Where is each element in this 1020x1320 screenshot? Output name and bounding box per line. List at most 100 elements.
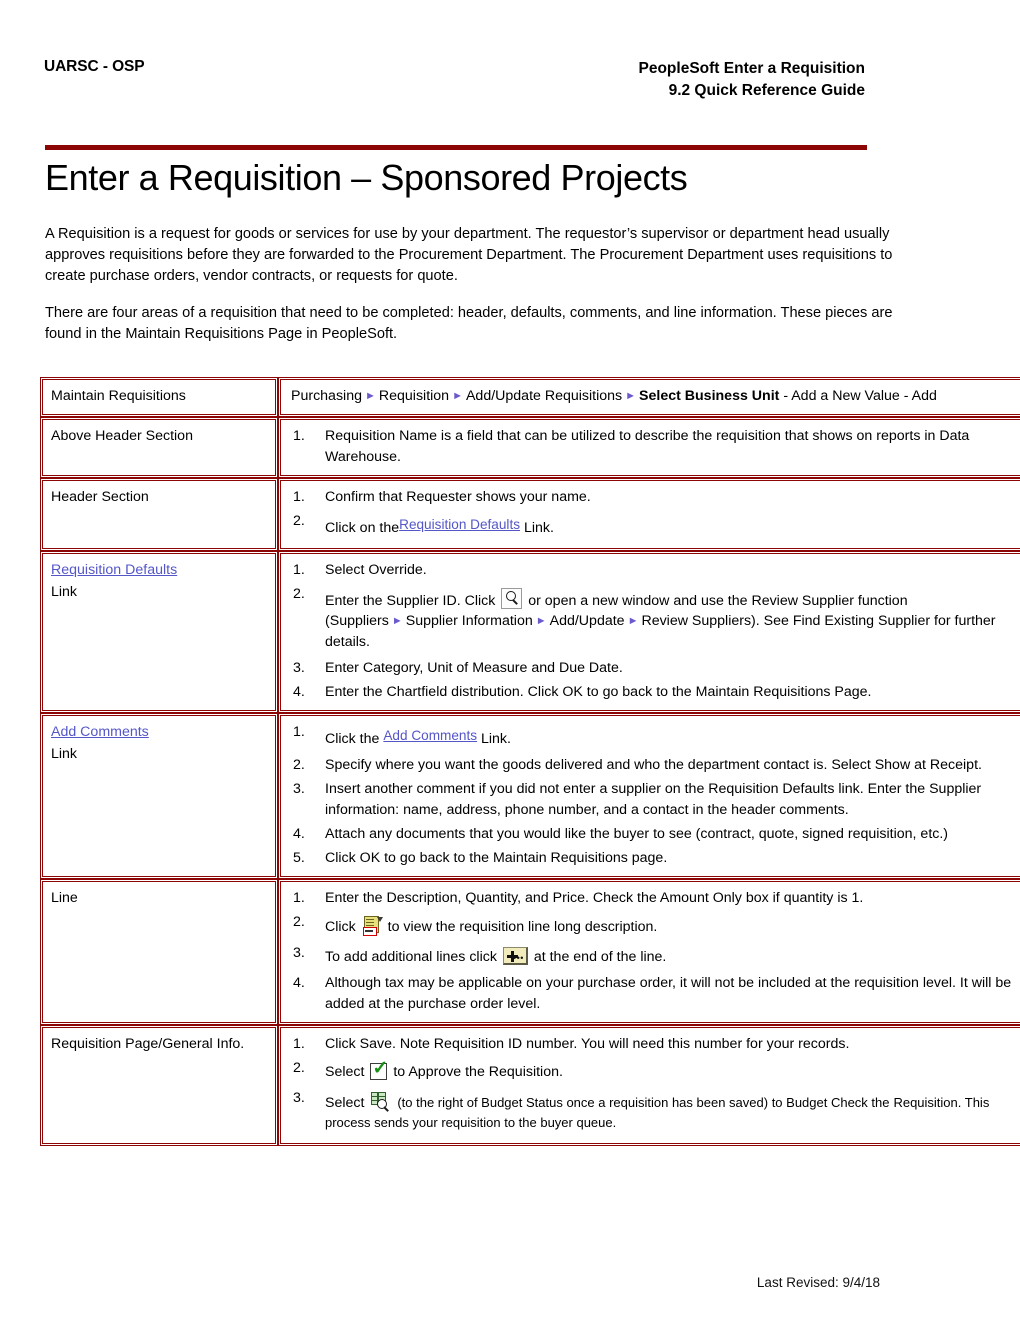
list-item: Click on theRequisition Defaults Link.: [291, 511, 1012, 540]
list-item: Enter the Chartfield distribution. Click…: [293, 682, 872, 702]
link-add-comments[interactable]: Add Comments: [383, 728, 477, 743]
step-text-prefix: Click the: [325, 731, 380, 748]
list-item: Click the Add Comments Link.: [291, 722, 1012, 751]
table-row-requisition-defaults: Requisition Defaults Link Select Overrid…: [40, 551, 1020, 714]
page-title: Enter a Requisition – Sponsored Projects: [45, 156, 688, 198]
chevron-right-icon: ►: [452, 390, 463, 403]
step-text-suffix: at the end of the line.: [533, 949, 667, 966]
step-list: Click the Add Comments Link. Specify whe…: [291, 722, 1012, 868]
list-item: Click Save. Note Requisition ID number. …: [293, 1034, 850, 1054]
step-text-suffix: Link.: [481, 731, 511, 748]
footer-last-revised: Last Revised: 9/4/18: [756, 1275, 880, 1290]
row-body-cell: Confirm that Requester shows your name. …: [278, 477, 1020, 552]
chevron-right-icon: ►: [535, 615, 547, 628]
row-label-line: Line: [51, 889, 78, 906]
list-item: Select ✓ to Approve the Requisition.: [291, 1058, 1012, 1084]
list-item: Click to view the requisition line long …: [291, 912, 1012, 939]
table-row-maintain-requisitions: Maintain Requisitions Purchasing ► Requisi…: [40, 377, 1020, 418]
step-text-suffix: Link.: [523, 519, 554, 536]
header-title-line2: 9.2 Quick Reference Guide: [668, 82, 865, 100]
intro-text-block: A Requisition is a request for goods or …: [45, 224, 925, 345]
table-row-line: Line Enter the Description, Quantity, an…: [40, 878, 1020, 1025]
chevron-right-icon: ►: [627, 615, 639, 628]
step-text-prefix: Click: [325, 919, 356, 936]
step-text-prefix: Click on the: [325, 519, 400, 536]
checkmark-shape: ✓: [372, 1057, 389, 1079]
list-item: Although tax may be applicable on your p…: [293, 973, 1012, 1012]
step-text-suffix: to Approve the Requisition.: [393, 1063, 563, 1080]
row-label-cell: Requisition Defaults Link: [40, 551, 278, 714]
row-label-sub-link: Link: [51, 584, 78, 601]
list-item: Insert another comment if you did not en…: [293, 779, 982, 818]
magnifier-handle-shape: [512, 599, 519, 606]
step-list: Confirm that Requester shows your name. …: [291, 487, 1012, 540]
table-row-add-comments: Add Comments Link Click the Add Comments…: [40, 713, 1020, 879]
red-outline-box-shape: [362, 927, 377, 937]
row-label-cell: Maintain Requisitions: [40, 377, 278, 418]
title-divider-rule: [45, 144, 867, 150]
step-list: Select Override. Enter the Supplier ID. …: [291, 560, 1012, 702]
approve-check-icon[interactable]: ✓: [370, 1059, 388, 1080]
header-left-label: UARSC - OSP: [44, 58, 145, 75]
step-text-prefix: Select: [325, 1095, 365, 1112]
row-body-cell: Select Override. Enter the Supplier ID. …: [278, 551, 1020, 714]
list-item: Requisition Name is a field that can be …: [293, 426, 970, 465]
list-item: Enter the Description, Quantity, and Pri…: [293, 888, 864, 908]
breadcrumb-item-requisition: Requisition: [378, 388, 450, 405]
row-body-cell: Click Save. Note Requisition ID number. …: [278, 1024, 1020, 1147]
breadcrumb-item-purchasing: Purchasing: [291, 388, 362, 405]
list-item: Select (to the right of Budget Status on…: [291, 1088, 1012, 1135]
chevron-right-icon: ►: [391, 615, 403, 628]
step-text-note: (to the right of Budget Status once a re…: [397, 1095, 890, 1111]
intro-paragraph-2: There are four areas of a requisition th…: [45, 305, 893, 343]
magnifier-handle-shape: [383, 1106, 390, 1112]
table-row-header-section: Header Section Confirm that Requester sh…: [40, 477, 1020, 552]
row-label-above-header-section: Above Header Section: [51, 428, 193, 445]
table-row-requisition-page-general-info: Requisition Page/General Info. Click Sav…: [40, 1024, 1020, 1147]
row-label-header-section: Header Section: [51, 488, 149, 505]
chevron-right-icon: ►: [364, 390, 376, 403]
breadcrumb-item-add-update: Add/Update: [549, 613, 625, 630]
breadcrumb-tail: - Add a New Value - Add: [779, 388, 937, 405]
row-label-cell: Above Header Section: [40, 417, 278, 478]
list-item: Confirm that Requester shows your name.: [293, 487, 591, 507]
list-item: Select Override.: [293, 560, 427, 580]
row-body-cell: Enter the Description, Quantity, and Pri…: [278, 878, 1020, 1025]
document-line-shape: [365, 919, 374, 921]
row-label-cell: Line: [40, 878, 278, 1025]
add-line-icon[interactable]: •••: [502, 947, 528, 966]
lookup-icon[interactable]: [501, 588, 523, 610]
list-item: Click OK to go back to the Maintain Requ…: [293, 848, 668, 868]
row-label-sub-link: Link: [51, 746, 78, 763]
row-body-cell: Requisition Name is a field that can be …: [278, 417, 1020, 478]
row-label-cell: Header Section: [40, 477, 278, 552]
row-label-cell: Add Comments Link: [40, 713, 278, 879]
step-text-prefix: Enter the Supplier ID. Click: [325, 593, 496, 610]
chevron-right-icon: ►: [625, 390, 637, 403]
table-row-above-header-section: Above Header Section Requisition Name is…: [40, 417, 1020, 478]
step-text-prefix: Select: [325, 1063, 365, 1080]
row-label-maintain-requisitions: Maintain Requisitions: [51, 388, 186, 405]
step-text-prefix: To add additional lines click: [325, 949, 497, 966]
list-item: Attach any documents that you would like…: [293, 824, 949, 844]
budget-check-icon[interactable]: [370, 1092, 391, 1112]
intro-paragraph-1: A Requisition is a request for goods or …: [45, 226, 893, 285]
list-item: Specify where you want the goods deliver…: [293, 755, 982, 775]
header-title-line1: PeopleSoft Enter a Requisition: [638, 60, 866, 77]
link-add-comments-label[interactable]: Add Comments: [51, 722, 149, 742]
link-requisition-defaults[interactable]: Requisition Defaults: [399, 517, 520, 532]
link-requisition-defaults-label[interactable]: Requisition Defaults: [51, 560, 177, 580]
breadcrumb-item-add-update: Add/Update Requisitions: [465, 388, 623, 405]
document-line-shape: [365, 922, 374, 924]
header-right-block: PeopleSoft Enter a Requisition 9.2 Quick…: [639, 58, 866, 103]
row-label-requisition-page-general-info: Requisition Page/General Info.: [51, 1035, 245, 1052]
breadcrumb-item-select-business-unit: Select Business Unit: [639, 388, 780, 405]
list-item: Enter the Supplier ID. Click or open a n…: [291, 584, 1012, 653]
row-label-cell: Requisition Page/General Info.: [40, 1024, 278, 1147]
long-description-icon[interactable]: [362, 916, 383, 937]
list-item: Enter Category, Unit of Measure and Due …: [293, 658, 623, 678]
step-list: Click Save. Note Requisition ID number. …: [291, 1034, 1012, 1136]
document-page: UARSC - OSP PeopleSoft Enter a Requisiti…: [0, 0, 1020, 1320]
step-text-suffix: to view the requisition line long descri…: [387, 919, 658, 936]
step-list: Enter the Description, Quantity, and Pri…: [291, 888, 1012, 1014]
